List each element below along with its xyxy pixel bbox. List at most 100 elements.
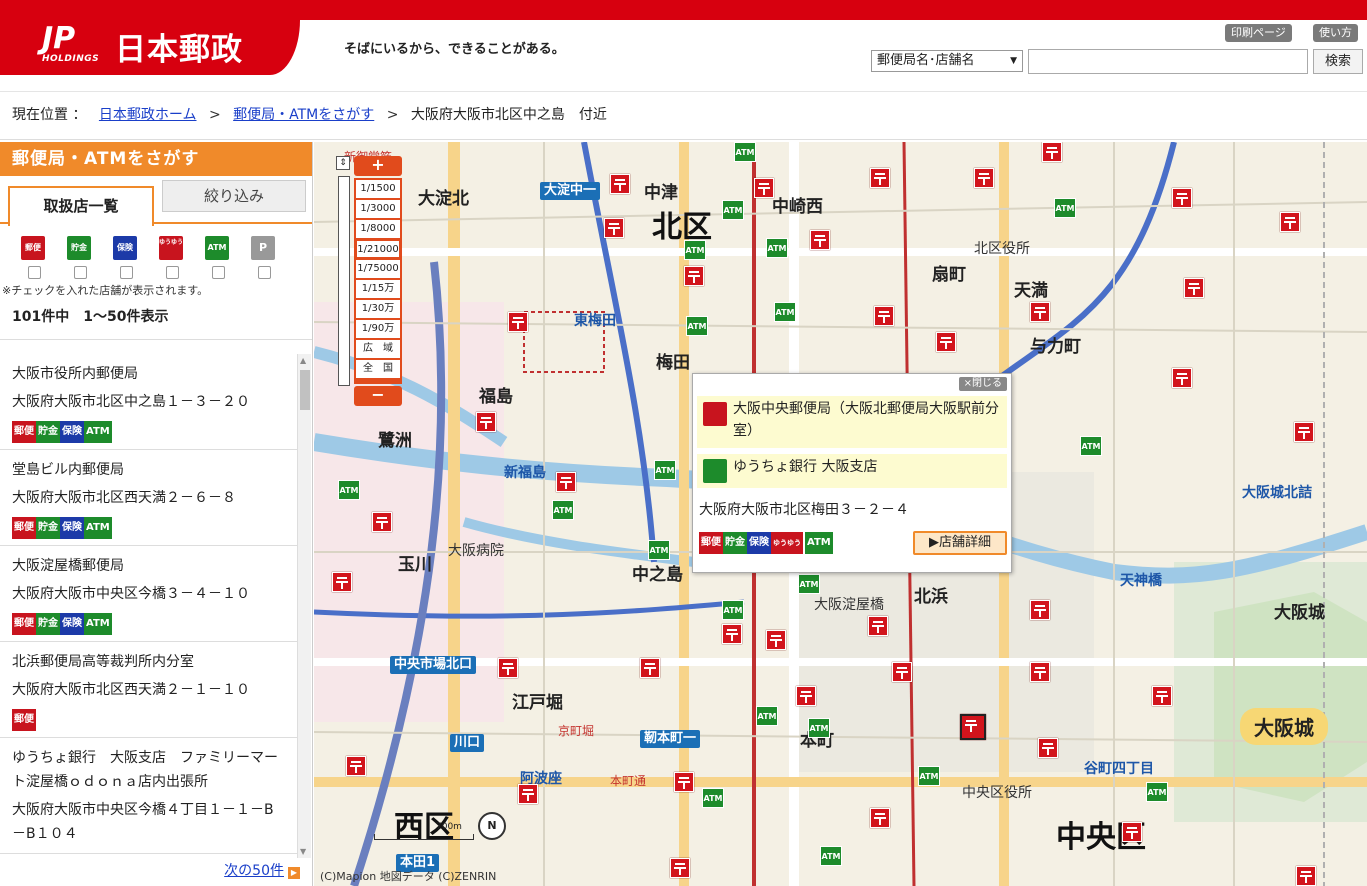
post-office-marker[interactable]	[518, 784, 538, 804]
fit-view-icon[interactable]: ⇕	[336, 156, 350, 170]
post-office-marker[interactable]	[670, 858, 690, 878]
post-office-marker[interactable]	[1172, 188, 1192, 208]
list-item[interactable]: 北浜郵便局高等裁判所内分室 大阪府大阪市北区西天満２－１－１０ 郵便	[0, 642, 297, 738]
atm-marker[interactable]: ATM	[918, 766, 940, 786]
atm-marker[interactable]: ATM	[702, 788, 724, 808]
filter-yuyu-checkbox[interactable]	[165, 266, 179, 279]
help-button[interactable]: 使い方	[1313, 24, 1358, 42]
selected-post-office-marker[interactable]	[960, 714, 986, 740]
atm-marker[interactable]: ATM	[734, 142, 756, 162]
post-office-marker[interactable]	[684, 266, 704, 286]
post-office-marker[interactable]	[640, 658, 660, 678]
atm-marker[interactable]: ATM	[1080, 436, 1102, 456]
post-office-marker[interactable]	[674, 772, 694, 792]
post-office-marker[interactable]	[556, 472, 576, 492]
post-office-marker[interactable]	[974, 168, 994, 188]
post-office-marker[interactable]	[498, 658, 518, 678]
post-office-marker[interactable]	[1038, 738, 1058, 758]
zoom-level[interactable]: 1/15万	[356, 280, 400, 298]
post-office-marker[interactable]	[1030, 302, 1050, 322]
post-office-marker[interactable]	[1280, 212, 1300, 232]
post-office-marker[interactable]	[766, 630, 786, 650]
list-scrollbar[interactable]: ▲ ▼	[297, 354, 311, 858]
atm-marker[interactable]: ATM	[774, 302, 796, 322]
atm-marker[interactable]: ATM	[338, 480, 360, 500]
zoom-level[interactable]: 1/30万	[356, 300, 400, 318]
atm-marker[interactable]: ATM	[654, 460, 676, 480]
search-type-select[interactable]: 郵便局名･店舗名 ▼	[871, 50, 1023, 72]
post-office-marker[interactable]	[796, 686, 816, 706]
popup-office-row[interactable]: 大阪中央郵便局（大阪北郵便局大阪駅前分室）	[697, 396, 1007, 448]
list-item[interactable]: 堂島ビル内郵便局 大阪府大阪市北区西天満２－６－８ 郵便 貯金 保険 ATM	[0, 450, 297, 546]
zoom-level[interactable]: 1/3000	[356, 200, 400, 218]
atm-marker[interactable]: ATM	[552, 500, 574, 520]
post-office-marker[interactable]	[1294, 422, 1314, 442]
post-office-marker[interactable]	[810, 230, 830, 250]
post-office-marker[interactable]	[332, 572, 352, 592]
tab-store-list[interactable]: 取扱店一覧	[8, 186, 154, 226]
post-office-marker[interactable]	[1184, 278, 1204, 298]
list-item[interactable]: 大阪市役所内郵便局 大阪府大阪市北区中之島１－３－２０ 郵便 貯金 保険 ATM	[0, 354, 297, 450]
post-office-marker[interactable]	[1030, 600, 1050, 620]
atm-marker[interactable]: ATM	[798, 574, 820, 594]
popup-close-button[interactable]: ×閉じる	[958, 377, 1007, 391]
zoom-level[interactable]: 1/1500	[356, 180, 400, 198]
filter-post-checkbox[interactable]	[27, 266, 41, 279]
post-office-marker[interactable]	[610, 174, 630, 194]
scroll-down-icon[interactable]: ▼	[300, 847, 306, 856]
post-office-marker[interactable]	[722, 624, 742, 644]
zoom-level[interactable]: 全 国	[356, 360, 400, 378]
post-office-marker[interactable]	[1122, 822, 1142, 842]
atm-marker[interactable]: ATM	[1146, 782, 1168, 802]
zoom-out-button[interactable]: −	[354, 386, 402, 406]
atm-marker[interactable]: ATM	[766, 238, 788, 258]
atm-marker[interactable]: ATM	[722, 600, 744, 620]
atm-marker[interactable]: ATM	[686, 316, 708, 336]
zoom-rail[interactable]	[338, 176, 350, 386]
zoom-level[interactable]: 1/75000	[356, 260, 400, 278]
station-label[interactable]: 中央市場北口	[390, 656, 477, 674]
atm-marker[interactable]: ATM	[1054, 198, 1076, 218]
post-office-marker[interactable]	[1030, 662, 1050, 682]
post-office-marker[interactable]	[1152, 686, 1172, 706]
atm-marker[interactable]: ATM	[808, 718, 830, 738]
map-view[interactable]: 北区 西区 中央区 大淀北 中津 梅田 福島 鷺洲 玉川 江戸堀 京町堀 中之島…	[314, 142, 1367, 886]
atm-marker[interactable]: ATM	[648, 540, 670, 560]
post-office-marker[interactable]	[892, 662, 912, 682]
post-office-marker[interactable]	[346, 756, 366, 776]
zoom-level-selected[interactable]: 1/21000	[356, 240, 400, 258]
zoom-level[interactable]: 広 域	[356, 340, 400, 358]
post-office-marker[interactable]	[1042, 142, 1062, 162]
atm-marker[interactable]: ATM	[820, 846, 842, 866]
post-office-marker[interactable]	[372, 512, 392, 532]
filter-savings-checkbox[interactable]	[73, 266, 87, 279]
scroll-thumb[interactable]	[300, 370, 310, 410]
store-detail-button[interactable]: ▶店舗詳細	[913, 531, 1007, 555]
station-label[interactable]: 大淀中一	[540, 182, 601, 200]
post-office-marker[interactable]	[936, 332, 956, 352]
zoom-level[interactable]: 1/8000	[356, 220, 400, 238]
filter-parking-checkbox[interactable]	[257, 266, 271, 279]
print-page-button[interactable]: 印刷ページ	[1225, 24, 1292, 42]
breadcrumb-search-link[interactable]: 郵便局・ATMをさがす	[233, 107, 374, 123]
post-office-marker[interactable]	[874, 306, 894, 326]
zoom-level[interactable]: 1/90万	[356, 320, 400, 338]
post-office-marker[interactable]	[870, 808, 890, 828]
zoom-in-button[interactable]: +	[354, 156, 402, 176]
filter-insurance-checkbox[interactable]	[119, 266, 133, 279]
post-office-marker[interactable]	[508, 312, 528, 332]
post-office-marker[interactable]	[868, 616, 888, 636]
post-office-marker[interactable]	[754, 178, 774, 198]
post-office-marker[interactable]	[870, 168, 890, 188]
station-label[interactable]: 靭本町一	[640, 730, 701, 748]
station-label[interactable]: 川口	[450, 734, 485, 752]
list-item[interactable]: ゆうちょ銀行 大阪支店 ファミリーマート淀屋橋ｏｄｏｎａ店内出張所 大阪府大阪市…	[0, 738, 297, 854]
next-page-link[interactable]: 次の50件 ▶	[224, 860, 300, 880]
breadcrumb-home-link[interactable]: 日本郵政ホーム	[99, 107, 197, 123]
filter-atm-checkbox[interactable]	[211, 266, 225, 279]
search-button[interactable]: 検索	[1313, 49, 1363, 74]
post-office-marker[interactable]	[476, 412, 496, 432]
atm-marker[interactable]: ATM	[756, 706, 778, 726]
scroll-up-icon[interactable]: ▲	[300, 356, 306, 365]
post-office-marker[interactable]	[1172, 368, 1192, 388]
